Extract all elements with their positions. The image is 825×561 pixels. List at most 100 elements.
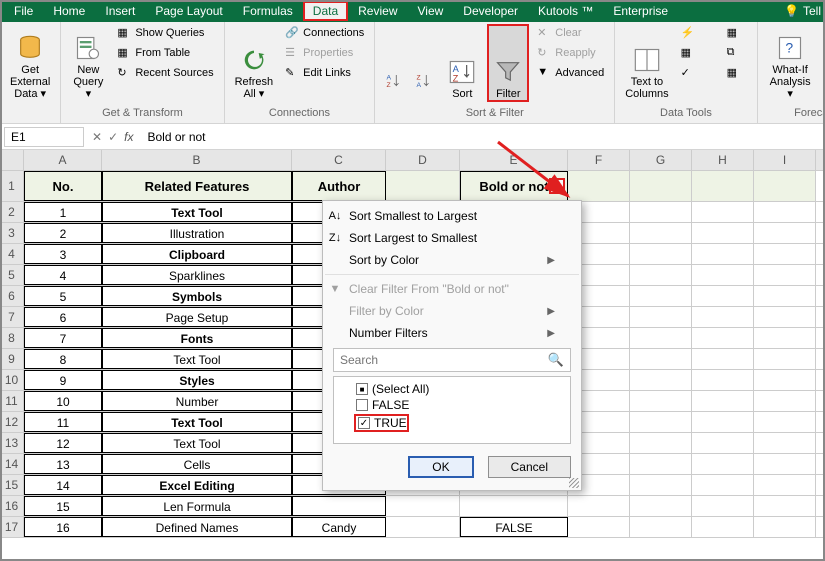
row-header[interactable]: 9 [0,349,24,369]
cell-author[interactable]: Candy [292,517,386,537]
row-header[interactable]: 3 [0,223,24,243]
select-all-corner[interactable] [0,150,24,170]
cell-feature[interactable]: Number [102,391,292,411]
cell-no[interactable]: 1 [24,202,102,222]
cell-no[interactable]: 4 [24,265,102,285]
cell-no[interactable]: 9 [24,370,102,390]
cell-feature[interactable]: Fonts [102,328,292,348]
fx-icon[interactable]: fx [124,130,133,144]
cell-no[interactable]: 14 [24,475,102,495]
false-checkbox[interactable]: FALSE [338,397,566,413]
row-header[interactable]: 14 [0,454,24,474]
tab-file[interactable]: File [4,1,43,21]
name-box[interactable]: E1 [4,127,84,147]
cell-feature[interactable]: Len Formula [102,496,292,516]
row-header[interactable]: 17 [0,517,24,537]
cell-feature[interactable]: Text Tool [102,433,292,453]
row-header[interactable]: 11 [0,391,24,411]
tab-developer[interactable]: Developer [453,1,528,21]
tab-page-layout[interactable]: Page Layout [145,1,232,21]
col-header-i[interactable]: I [754,150,816,170]
row-header[interactable]: 12 [0,412,24,432]
recent-sources-button[interactable]: ↻Recent Sources [113,64,217,82]
sort-za-button[interactable]: ZA [411,24,437,102]
col-header-g[interactable]: G [630,150,692,170]
cell-no[interactable]: 3 [24,244,102,264]
row-header[interactable]: 10 [0,370,24,390]
tab-home[interactable]: Home [43,1,95,21]
what-if-button[interactable]: ? What-If Analysis ▾ [764,24,817,102]
row-header[interactable]: 15 [0,475,24,495]
number-filters-item[interactable]: Number Filters▶ [323,322,581,344]
col-header-e[interactable]: E [460,150,568,170]
from-table-button[interactable]: ▦From Table [113,44,217,62]
row-header[interactable]: 7 [0,307,24,327]
sort-ascending-item[interactable]: A↓Sort Smallest to Largest [323,205,581,227]
cell-feature[interactable]: Defined Names [102,517,292,537]
refresh-all-button[interactable]: Refresh All ▾ [231,24,278,102]
tab-insert[interactable]: Insert [95,1,145,21]
cell-bold-flag[interactable] [460,496,568,516]
cell-author[interactable] [292,496,386,516]
enter-formula-icon[interactable]: ✓ [108,130,118,144]
edit-links-button[interactable]: ✎Edit Links [281,64,368,82]
cell-no[interactable]: 15 [24,496,102,516]
cell-no[interactable]: 11 [24,412,102,432]
cancel-formula-icon[interactable]: ✕ [92,130,102,144]
col-header-a[interactable]: A [24,150,102,170]
col-header-f[interactable]: F [568,150,630,170]
formula-input[interactable]: Bold or not [141,130,205,144]
cell-feature[interactable]: Page Setup [102,307,292,327]
cell[interactable] [386,496,460,516]
remove-duplicates-button[interactable]: ▦ [677,44,719,62]
header-cell-bold[interactable]: Bold or not [460,171,568,201]
header-cell-features[interactable]: Related Features [102,171,292,201]
cell-no[interactable]: 16 [24,517,102,537]
filter-search-input[interactable] [340,353,548,367]
show-queries-button[interactable]: ▦Show Queries [113,24,217,42]
ok-button[interactable]: OK [408,456,473,478]
cell-no[interactable]: 10 [24,391,102,411]
sort-descending-item[interactable]: Z↓Sort Largest to Smallest [323,227,581,249]
cell-no[interactable]: 2 [24,223,102,243]
col-header-h[interactable]: H [692,150,754,170]
cell-no[interactable]: 8 [24,349,102,369]
col-header-b[interactable]: B [102,150,292,170]
filter-search[interactable]: 🔍 [333,348,571,372]
cell-feature[interactable]: Text Tool [102,412,292,432]
row-header[interactable]: 13 [0,433,24,453]
cell-feature[interactable]: Sparklines [102,265,292,285]
cell-no[interactable]: 7 [24,328,102,348]
relationships-button[interactable]: ⧉ [723,44,751,62]
cell-no[interactable]: 12 [24,433,102,453]
row-header[interactable]: 5 [0,265,24,285]
sort-button[interactable]: AZ Sort [441,24,483,102]
true-checkbox[interactable]: TRUE [338,413,566,433]
tab-view[interactable]: View [408,1,454,21]
header-cell-no[interactable]: No. [24,171,102,201]
filter-dropdown-button[interactable] [549,178,565,194]
select-all-checkbox[interactable]: (Select All) [338,381,566,397]
connections-button[interactable]: 🔗Connections [281,24,368,42]
row-header[interactable]: 16 [0,496,24,516]
cell-feature[interactable]: Text Tool [102,349,292,369]
row-header[interactable]: 6 [0,286,24,306]
cell[interactable] [386,171,460,201]
cell-feature[interactable]: Cells [102,454,292,474]
cell-no[interactable]: 6 [24,307,102,327]
text-to-columns-button[interactable]: Text to Columns [621,24,672,102]
col-header-d[interactable]: D [386,150,460,170]
tab-formulas[interactable]: Formulas [233,1,303,21]
cell-feature[interactable]: Symbols [102,286,292,306]
cell-feature[interactable]: Text Tool [102,202,292,222]
data-validation-button[interactable]: ✓ [677,64,719,82]
sort-az-button[interactable]: AZ [381,24,407,102]
tab-enterprise[interactable]: Enterprise [603,1,678,21]
cell-feature[interactable]: Excel Editing [102,475,292,495]
cell[interactable] [386,517,460,537]
cell-feature[interactable]: Illustration [102,223,292,243]
new-query-button[interactable]: New Query ▾ [67,24,109,102]
row-header[interactable]: 4 [0,244,24,264]
cell-feature[interactable]: Styles [102,370,292,390]
data-model-button[interactable]: ▦ [723,64,751,82]
